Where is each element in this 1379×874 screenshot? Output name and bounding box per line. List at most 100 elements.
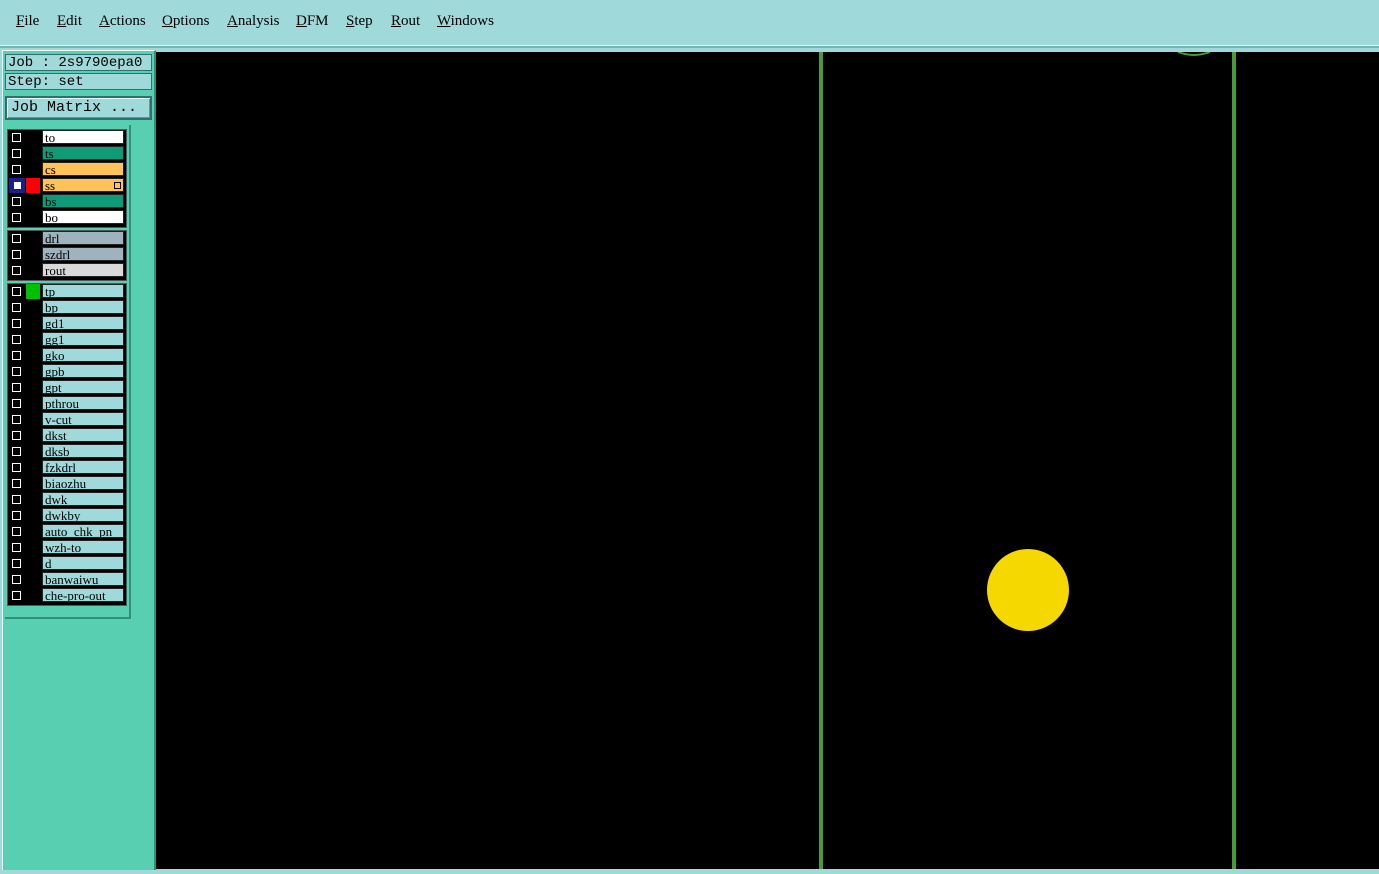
layer-name[interactable]: dksb: [42, 444, 124, 458]
layer-checkbox[interactable]: [9, 380, 25, 395]
layer-checkbox[interactable]: [9, 428, 25, 443]
layer-checkbox[interactable]: [9, 364, 25, 379]
layer-checkbox[interactable]: [9, 540, 25, 555]
layer-color-swatch[interactable]: [26, 146, 40, 161]
layer-color-swatch[interactable]: [26, 130, 40, 145]
layer-row-che-pro-out[interactable]: che-pro-out: [8, 588, 126, 603]
layer-name[interactable]: v-cut: [42, 412, 124, 426]
layer-color-swatch[interactable]: [26, 588, 40, 603]
layer-color-swatch[interactable]: [26, 572, 40, 587]
layer-name[interactable]: gg1: [42, 332, 124, 346]
layer-row-d[interactable]: d: [8, 556, 126, 571]
layer-color-swatch[interactable]: [26, 263, 40, 278]
menu-step[interactable]: Step: [346, 13, 373, 30]
layer-color-swatch[interactable]: [26, 380, 40, 395]
layer-color-swatch[interactable]: [26, 412, 40, 427]
layer-row-auto_chk_pn[interactable]: auto_chk_pn: [8, 524, 126, 539]
layer-color-swatch[interactable]: [26, 508, 40, 523]
layer-checkbox[interactable]: [9, 178, 25, 193]
layer-checkbox[interactable]: [9, 210, 25, 225]
layer-color-swatch[interactable]: [26, 162, 40, 177]
layer-row-wzh-to[interactable]: wzh-to: [8, 540, 126, 555]
layer-name[interactable]: drl: [42, 231, 124, 245]
graphics-canvas[interactable]: [156, 51, 1379, 869]
layer-name[interactable]: gd1: [42, 316, 124, 330]
layer-name[interactable]: che-pro-out: [42, 588, 124, 602]
menu-windows[interactable]: Windows: [437, 13, 494, 30]
layer-name[interactable]: rout: [42, 263, 124, 277]
layer-color-swatch[interactable]: [26, 444, 40, 459]
layer-name[interactable]: tp: [42, 284, 124, 298]
layer-name[interactable]: bs: [42, 194, 124, 208]
layer-color-swatch[interactable]: [26, 364, 40, 379]
layer-row-pthrou[interactable]: pthrou: [8, 396, 126, 411]
layer-name[interactable]: pthrou: [42, 396, 124, 410]
menu-rout[interactable]: Rout: [391, 13, 420, 30]
menu-analysis[interactable]: Analysis: [227, 13, 280, 30]
layer-row-bo[interactable]: bo: [8, 210, 126, 225]
layer-checkbox[interactable]: [9, 284, 25, 299]
layer-name[interactable]: wzh-to: [42, 540, 124, 554]
layer-name[interactable]: gpb: [42, 364, 124, 378]
layer-checkbox[interactable]: [9, 247, 25, 262]
layer-row-to[interactable]: to: [8, 130, 126, 145]
layer-row-bp[interactable]: bp: [8, 300, 126, 315]
layer-name[interactable]: ts: [42, 146, 124, 160]
menu-edit[interactable]: Edit: [57, 13, 82, 30]
layer-checkbox[interactable]: [9, 476, 25, 491]
layer-row-dwk[interactable]: dwk: [8, 492, 126, 507]
layer-checkbox[interactable]: [9, 300, 25, 315]
layer-color-swatch[interactable]: [26, 348, 40, 363]
menu-file[interactable]: File: [16, 13, 39, 30]
layer-name[interactable]: bo: [42, 210, 124, 224]
layer-checkbox[interactable]: [9, 146, 25, 161]
layer-name[interactable]: cs: [42, 162, 124, 176]
layer-name[interactable]: auto_chk_pn: [42, 524, 124, 538]
layer-row-gko[interactable]: gko: [8, 348, 126, 363]
layer-color-swatch[interactable]: [26, 492, 40, 507]
layer-row-banwaiwu[interactable]: banwaiwu: [8, 572, 126, 587]
layer-row-v-cut[interactable]: v-cut: [8, 412, 126, 427]
layer-name[interactable]: dwkby: [42, 508, 124, 522]
layer-checkbox[interactable]: [9, 316, 25, 331]
layer-checkbox[interactable]: [9, 492, 25, 507]
layer-checkbox[interactable]: [9, 508, 25, 523]
layer-checkbox[interactable]: [9, 572, 25, 587]
layer-color-swatch[interactable]: [26, 194, 40, 209]
layer-row-szdrl[interactable]: szdrl: [8, 247, 126, 262]
layer-row-ts[interactable]: ts: [8, 146, 126, 161]
layer-color-swatch[interactable]: [26, 316, 40, 331]
layer-color-swatch[interactable]: [26, 284, 40, 299]
menu-options[interactable]: Options: [162, 13, 210, 30]
layer-row-gg1[interactable]: gg1: [8, 332, 126, 347]
layer-color-swatch[interactable]: [26, 428, 40, 443]
layer-row-dwkby[interactable]: dwkby: [8, 508, 126, 523]
layer-checkbox[interactable]: [9, 588, 25, 603]
layer-checkbox[interactable]: [9, 162, 25, 177]
layer-color-swatch[interactable]: [26, 247, 40, 262]
layer-name[interactable]: dkst: [42, 428, 124, 442]
layer-color-swatch[interactable]: [26, 460, 40, 475]
menu-actions[interactable]: Actions: [99, 13, 146, 30]
layer-row-gpt[interactable]: gpt: [8, 380, 126, 395]
layer-color-swatch[interactable]: [26, 524, 40, 539]
layer-name[interactable]: gko: [42, 348, 124, 362]
layer-checkbox[interactable]: [9, 263, 25, 278]
menu-dfm[interactable]: DFM: [296, 13, 329, 30]
layer-checkbox[interactable]: [9, 231, 25, 246]
layer-color-swatch[interactable]: [26, 178, 40, 193]
layer-row-gpb[interactable]: gpb: [8, 364, 126, 379]
layer-checkbox[interactable]: [9, 332, 25, 347]
layer-row-ss[interactable]: ss: [8, 178, 126, 193]
layer-name[interactable]: d: [42, 556, 124, 570]
layer-checkbox[interactable]: [9, 524, 25, 539]
layer-row-gd1[interactable]: gd1: [8, 316, 126, 331]
layer-name[interactable]: dwk: [42, 492, 124, 506]
layer-checkbox[interactable]: [9, 460, 25, 475]
job-matrix-button[interactable]: Job Matrix ...: [5, 96, 152, 120]
layer-color-swatch[interactable]: [26, 540, 40, 555]
layer-row-biaozhu[interactable]: biaozhu: [8, 476, 126, 491]
layer-name[interactable]: szdrl: [42, 247, 124, 261]
layer-color-swatch[interactable]: [26, 332, 40, 347]
layer-color-swatch[interactable]: [26, 231, 40, 246]
